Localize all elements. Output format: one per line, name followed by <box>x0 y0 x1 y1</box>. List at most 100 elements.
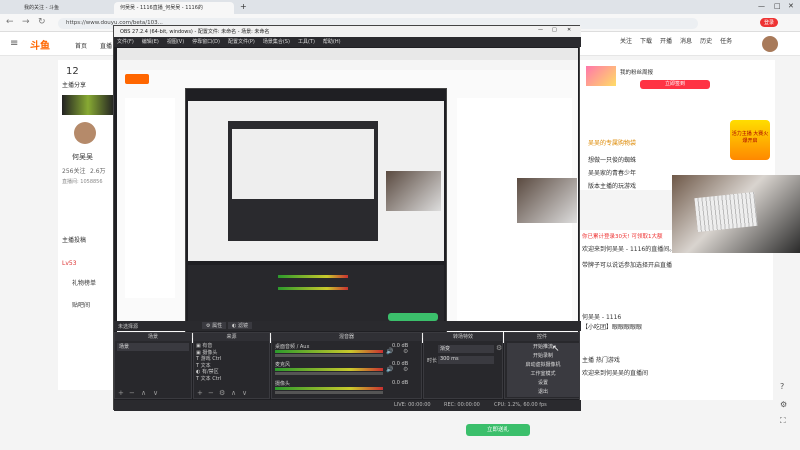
chat-line: 欢迎来到何吴吴的直播间 <box>582 370 649 377</box>
source-label: 文本 <box>200 362 211 369</box>
rank-item[interactable]: 版本主播的玩游戏 <box>588 181 636 190</box>
promo-badge[interactable]: 活力主播 大赛火爆开启 <box>730 120 770 160</box>
sources-dock: 来源 ▣ 有音 ▣ 摄像头 T 游戏 Ctrl T 文本 ◐ 有/禁区 T 文本… <box>193 332 270 399</box>
gear-icon[interactable]: ⚙ <box>403 348 408 355</box>
menu-icon[interactable]: ≡ <box>10 38 18 49</box>
new-tab-icon[interactable]: + <box>240 2 247 11</box>
forward-icon[interactable]: → <box>22 17 30 27</box>
rank-item[interactable]: 想做一只俊的蜘蛛 <box>588 155 636 164</box>
header-item[interactable]: 开播 <box>660 36 672 45</box>
scenes-dock-title: 场景 <box>115 333 191 341</box>
refresh-icon[interactable]: ↻ <box>38 17 46 27</box>
captured-camera <box>517 178 577 223</box>
streamer-avatar[interactable] <box>74 122 96 144</box>
fans-count: 256关注 <box>62 168 86 175</box>
header-item[interactable]: 关注 <box>620 36 632 45</box>
back-icon[interactable]: ← <box>6 17 14 27</box>
nested-docks <box>188 265 444 329</box>
header-item[interactable]: 下载 <box>640 36 652 45</box>
menu-item-gift-rank[interactable]: 礼物榜单 <box>72 278 96 287</box>
start-streaming-button[interactable]: 开始推流 <box>507 343 579 352</box>
mixer-channel-name: 摄像头 <box>275 381 291 387</box>
properties-button[interactable]: ⚙ 属性 <box>202 322 227 329</box>
duration-input[interactable]: 300 ms <box>438 356 494 364</box>
duration-label: 时长 <box>427 358 438 364</box>
chat-panel: 你已累计登录30天! 可领取1大额 欢迎来到何吴吴 - 1116的直播间。今日更… <box>578 230 773 400</box>
browser-tab-strip: 我的关注 - 斗鱼 何吴吴 - 1116直播_何吴吴 - 1116的 + — □… <box>0 0 800 14</box>
tab-my-follows[interactable]: 我的关注 - 斗鱼 <box>18 2 113 14</box>
gear-icon[interactable]: ⚙ <box>496 344 502 352</box>
chat-line: 【小吃团】眼眼眼眼眼 <box>582 324 643 331</box>
settings-button[interactable]: 设置 <box>507 379 579 388</box>
source-label: 摄像头 <box>202 349 218 356</box>
volume-slider[interactable] <box>275 372 383 375</box>
fullscreen-icon[interactable]: ⛶ <box>780 416 786 426</box>
speaker-icon[interactable]: 🔊 <box>386 348 393 355</box>
volume-slider[interactable] <box>275 354 383 357</box>
promo-thumb[interactable] <box>586 66 616 86</box>
remove-icon[interactable]: − <box>129 389 135 397</box>
gear-icon[interactable]: ⚙ <box>403 366 408 373</box>
streamer-banner <box>62 95 114 115</box>
chat-line: 何吴吴 - 1116 <box>582 314 622 321</box>
down-icon[interactable]: ∨ <box>153 389 158 397</box>
header-item[interactable]: 消息 <box>680 36 692 45</box>
start-recording-button[interactable]: 开始录制 <box>507 352 579 361</box>
virtual-camera-button[interactable]: 启动虚拟摄像机 <box>507 361 579 370</box>
captured-addressbar <box>117 60 578 70</box>
room-fans: 2.6万 <box>90 168 106 175</box>
down-icon[interactable]: ∨ <box>242 389 247 397</box>
add-icon[interactable]: + <box>197 389 203 397</box>
header-item[interactable]: 任务 <box>720 36 732 45</box>
source-item[interactable]: T 文本 Ctrl <box>196 376 268 383</box>
up-icon[interactable]: ∧ <box>231 389 236 397</box>
nav-home[interactable]: 首页 <box>75 41 87 50</box>
speaker-icon[interactable]: 🔊 <box>386 366 393 373</box>
menu-file[interactable]: 文件(F) <box>117 38 134 46</box>
tab-stream-room[interactable]: 何吴吴 - 1116直播_何吴吴 - 1116的 <box>114 2 234 14</box>
minimize-icon[interactable]: — <box>538 27 543 33</box>
menu-item-posts[interactable]: 主播投稿 <box>62 235 86 244</box>
menu-docks[interactable]: 停靠窗口(D) <box>192 38 220 46</box>
up-icon[interactable]: ∧ <box>141 389 146 397</box>
profile-login-button[interactable]: 登录 <box>760 18 779 27</box>
transition-select[interactable]: 渐变 <box>438 345 494 353</box>
gear-icon[interactable]: ⚙ <box>219 389 225 397</box>
volume-slider[interactable] <box>275 391 383 394</box>
menu-edit[interactable]: 编辑(E) <box>142 38 159 46</box>
obs-preview[interactable] <box>117 48 578 343</box>
remove-icon[interactable]: − <box>208 389 214 397</box>
maximize-icon[interactable]: □ <box>552 27 557 33</box>
settings-icon[interactable]: ⚙ <box>780 400 787 409</box>
menu-tools[interactable]: 工具(T) <box>298 38 315 46</box>
menu-view[interactable]: 视图(V) <box>167 38 184 46</box>
rank-item[interactable]: 吴吴家的青春少年 <box>588 168 636 177</box>
follow-label: 主播分享 <box>62 82 87 89</box>
tab-label: 我的关注 - 斗鱼 <box>24 5 59 11</box>
add-icon[interactable]: + <box>118 389 124 397</box>
close-icon[interactable]: ✕ <box>567 27 571 33</box>
site-logo[interactable]: 斗鱼 <box>30 37 50 52</box>
menu-scene-collection[interactable]: 场景集合(S) <box>263 38 290 46</box>
live-timer: LIVE: 00:00:00 <box>394 402 431 408</box>
help-icon[interactable]: ? <box>780 382 784 391</box>
close-window-icon[interactable]: ✕ <box>788 2 794 10</box>
obs-title: OBS 27.2.4 (64-bit, windows) - 配置文件: 未命名… <box>120 29 270 35</box>
avatar[interactable] <box>762 36 778 52</box>
menu-item-tieba[interactable]: 贴吧间 <box>72 300 90 309</box>
minimize-icon[interactable]: — <box>758 2 765 10</box>
nav-live[interactable]: 直播 <box>100 41 112 50</box>
send-gift-button[interactable]: 立即送礼 <box>466 424 530 436</box>
studio-mode-button[interactable]: 工作室模式 <box>507 370 579 379</box>
header-right-icons: 关注 下载 开播 消息 历史 任务 <box>620 36 780 45</box>
exit-button[interactable]: 退出 <box>507 388 579 397</box>
menu-profile[interactable]: 配置文件(P) <box>228 38 255 46</box>
volume-meter <box>275 368 383 371</box>
maximize-icon[interactable]: □ <box>774 2 781 10</box>
filters-button[interactable]: ◐ 滤镜 <box>228 322 252 329</box>
menu-help[interactable]: 帮助(H) <box>323 38 341 46</box>
header-item[interactable]: 历史 <box>700 36 712 45</box>
right-action-button[interactable]: 立即签到 <box>640 80 710 89</box>
scene-item[interactable]: 场景 <box>117 343 189 351</box>
scenes-dock: 场景 场景 + − ∧ ∨ <box>114 332 192 399</box>
